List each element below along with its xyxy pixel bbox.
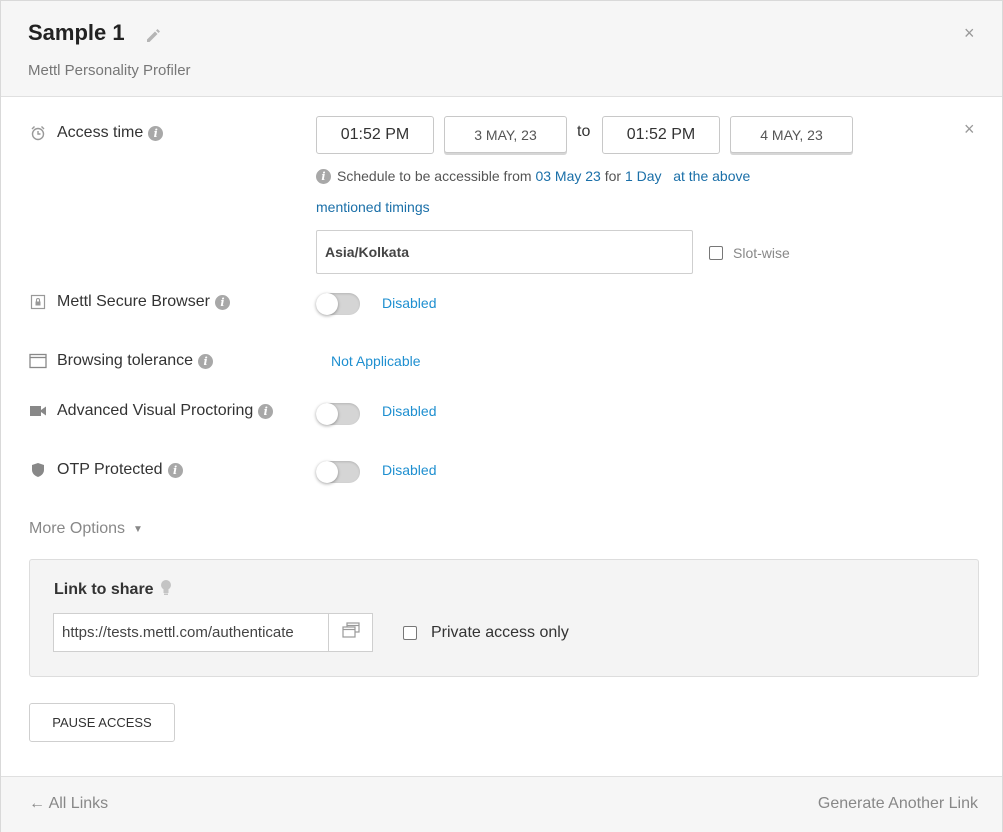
timezone-select[interactable]: Asia/Kolkata (316, 230, 693, 274)
toggle-knob (316, 403, 338, 425)
shield-icon (29, 461, 47, 479)
browser-window-icon (29, 352, 47, 370)
visual-proctoring-label: Advanced Visual Proctoring (57, 402, 254, 419)
copy-icon (341, 622, 360, 643)
to-label: to (577, 123, 591, 140)
start-date-input[interactable]: 3 MAY, 23 (444, 116, 567, 153)
toggle-knob (316, 461, 338, 483)
toggle-knob (316, 293, 338, 315)
secure-browser-row: Mettl Secure Browser i (29, 293, 230, 311)
modal-footer: ← All Links Generate Another Link (1, 776, 1002, 832)
remove-schedule-icon[interactable]: × (964, 119, 975, 140)
browsing-tolerance-status: Not Applicable (331, 353, 421, 369)
link-settings-modal: Sample 1 Mettl Personality Profiler × Ac… (0, 0, 1003, 832)
end-time-input[interactable]: 01:52 PM (602, 116, 720, 154)
visual-proctoring-toggle[interactable] (316, 403, 360, 425)
share-title-text: Link to share (54, 581, 154, 598)
info-icon[interactable]: i (167, 462, 183, 478)
lightbulb-icon (160, 579, 172, 601)
otp-status: Disabled (382, 462, 437, 478)
pause-access-button[interactable]: PAUSE ACCESS (29, 703, 175, 742)
otp-row: OTP Protected i (29, 461, 183, 479)
lock-window-icon (29, 293, 47, 311)
info-icon[interactable]: i (258, 403, 274, 419)
generate-another-link[interactable]: Generate Another Link (818, 795, 978, 813)
close-icon[interactable]: × (964, 23, 975, 44)
modal-header: Sample 1 Mettl Personality Profiler × (1, 1, 1002, 97)
slot-wise-label: Slot-wise (733, 245, 790, 261)
schedule-for: for (604, 168, 622, 184)
share-url-input[interactable]: https://tests.mettl.com/authenticate (53, 613, 329, 652)
private-access-label: Private access only (431, 624, 569, 641)
end-date-input[interactable]: 4 MAY, 23 (730, 116, 853, 153)
schedule-suffix-2: mentioned timings (316, 199, 430, 215)
schedule-suffix: at the above (673, 168, 751, 184)
share-link-panel: Link to share https://tests.mettl.com/au… (29, 559, 979, 677)
otp-toggle[interactable] (316, 461, 360, 483)
caret-down-icon: ▼ (133, 523, 143, 535)
secure-browser-status: Disabled (382, 295, 437, 311)
schedule-prefix: Schedule to be accessible from (337, 168, 532, 184)
share-title: Link to share (54, 579, 172, 601)
all-links-link[interactable]: ← All Links (29, 795, 108, 813)
info-icon[interactable]: i (214, 294, 230, 310)
info-icon[interactable]: i (198, 353, 214, 369)
page-subtitle: Mettl Personality Profiler (28, 62, 191, 79)
private-access-checkbox[interactable] (403, 626, 417, 640)
browsing-tolerance-row: Browsing tolerance i (29, 352, 214, 370)
pencil-icon[interactable] (144, 26, 162, 44)
access-time-row: Access time i (29, 124, 164, 142)
more-options-label: More Options (29, 520, 126, 537)
video-camera-icon (29, 402, 47, 420)
schedule-date: 03 May 23 (535, 168, 601, 184)
page-title: Sample 1 (28, 20, 125, 45)
more-options-toggle[interactable]: More Options ▼ (29, 520, 143, 538)
private-access-option[interactable]: Private access only (403, 624, 569, 642)
alarm-clock-icon (29, 124, 47, 142)
slot-wise-option[interactable]: Slot-wise (709, 245, 790, 261)
start-time-input[interactable]: 01:52 PM (316, 116, 434, 154)
browsing-tolerance-label: Browsing tolerance (57, 352, 194, 369)
secure-browser-label: Mettl Secure Browser (57, 293, 210, 310)
info-icon[interactable]: i (148, 125, 164, 141)
schedule-duration: 1 Day (624, 168, 662, 184)
visual-proctoring-row: Advanced Visual Proctoring i (29, 402, 274, 420)
copy-link-button[interactable] (328, 613, 373, 652)
visual-proctoring-status: Disabled (382, 403, 437, 419)
secure-browser-toggle[interactable] (316, 293, 360, 315)
access-time-label: Access time (57, 124, 144, 141)
slot-wise-checkbox[interactable] (709, 246, 723, 260)
schedule-note: i Schedule to be accessible from 03 May … (316, 168, 750, 184)
info-icon: i (316, 168, 331, 184)
otp-label: OTP Protected (57, 461, 163, 478)
